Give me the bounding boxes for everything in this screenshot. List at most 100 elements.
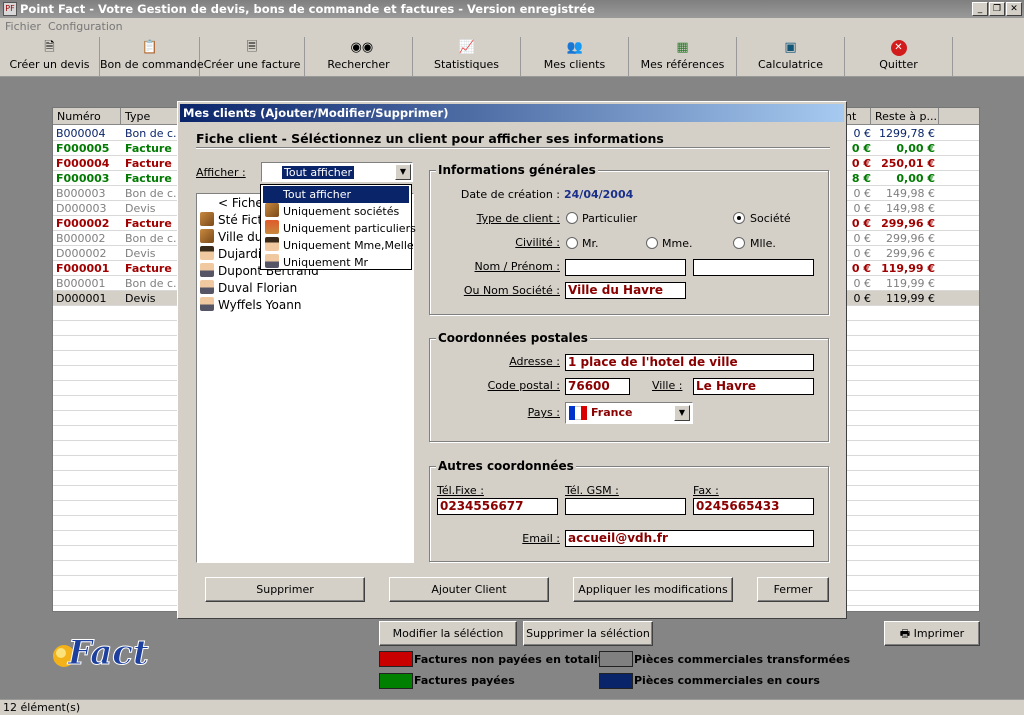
civilite-label: Civilité : (515, 236, 560, 249)
company-name-field[interactable]: Ville du Havre (565, 282, 686, 299)
radio-particulier-label: Particulier (582, 212, 638, 225)
cell-montant: 8 € (851, 172, 871, 185)
radio-mr[interactable] (566, 237, 578, 249)
filter-option-label: Uniquement particuliers (283, 222, 416, 235)
client-list-item[interactable]: < Fiche (200, 195, 263, 212)
client-list-item[interactable]: Duval Florian (200, 280, 297, 297)
purchase-order-button[interactable]: 📋 Bon de commande (100, 37, 204, 76)
chevron-down-icon[interactable]: ▼ (395, 164, 411, 180)
cell-type: Bon de c... (125, 187, 181, 200)
mobile-field[interactable] (565, 498, 686, 515)
radio-mlle[interactable] (733, 237, 745, 249)
calculator-button[interactable]: ▣ Calculatrice (737, 37, 845, 76)
status-bar: 12 élément(s) (0, 699, 1024, 715)
cell-montant: 0 € (853, 292, 872, 305)
cell-montant: 0 € (851, 142, 871, 155)
create-invoice-button[interactable]: 🗏 Créer une facture (200, 37, 305, 76)
print-button[interactable]: 🖶 Imprimer (884, 621, 980, 646)
filter-option[interactable]: Uniquement Mr (263, 254, 409, 271)
calculator-icon: ▣ (784, 40, 797, 55)
minimize-button[interactable]: _ (972, 2, 988, 16)
general-info-title: Informations générales (436, 163, 598, 177)
last-name-field[interactable] (565, 259, 686, 276)
filter-option-label: Uniquement Mr (283, 256, 369, 269)
filter-option[interactable]: Tout afficher (263, 186, 409, 203)
fax-field[interactable]: 0245665433 (693, 498, 814, 515)
cell-type: Facture (125, 172, 172, 185)
radio-mme-label: Mme. (662, 237, 693, 250)
filter-option[interactable]: Uniquement particuliers (263, 220, 416, 237)
postal-code-field[interactable]: 76600 (565, 378, 630, 395)
create-quote-button[interactable]: 🗎 Créer un devis (0, 37, 100, 76)
header-numero[interactable]: Numéro (53, 108, 121, 125)
filter-dropdown-list[interactable]: Tout afficher Uniquement sociétés Uniqueme… (260, 184, 416, 271)
radio-particulier[interactable] (566, 212, 578, 224)
email-field[interactable]: accueil@vdh.fr (565, 530, 814, 547)
menu-fichier[interactable]: Fichier (5, 20, 41, 33)
client-list-item[interactable]: Ville du (200, 229, 262, 246)
client-name: Ville du (218, 230, 263, 244)
menu-bar: Fichier Configuration (0, 18, 1024, 37)
legend-unpaid: Factures non payées en totalité (414, 653, 611, 666)
cell-reste: 0,00 € (896, 172, 935, 185)
close-window-button[interactable]: ✕ (1006, 2, 1022, 16)
legend-swatch-in-progress (599, 673, 633, 689)
filter-option[interactable]: Uniquement Mme,Melle (263, 237, 414, 254)
document-icon: 🗎 (44, 40, 55, 55)
city-field[interactable]: Le Havre (693, 378, 814, 395)
search-button[interactable]: ◉◉ Rechercher (305, 37, 413, 76)
status-count: 12 élément(s) (3, 701, 81, 714)
phone-field[interactable]: 0234556677 (437, 498, 558, 515)
delete-client-button[interactable]: Supprimer (205, 577, 365, 602)
dialog-title-bar: Mes clients (Ajouter/Modifier/Supprimer) (180, 104, 844, 122)
radio-societe[interactable] (733, 212, 745, 224)
cell-numero: F000002 (56, 217, 110, 230)
modify-selection-button[interactable]: Modifier la séléction (379, 621, 517, 646)
client-list-item[interactable]: Dujardin (200, 246, 269, 263)
header-type[interactable]: Type (121, 108, 181, 125)
filter-option-label: Uniquement Mme,Melle (283, 239, 414, 252)
client-list-item[interactable]: Sté Ficti (200, 212, 266, 229)
header-reste[interactable]: Reste à p... (871, 108, 939, 125)
cell-numero: F000001 (56, 262, 110, 275)
country-label: Pays : (527, 406, 560, 419)
add-client-button[interactable]: Ajouter Client (389, 577, 549, 602)
country-select[interactable]: France ▼ (565, 402, 693, 424)
close-dialog-button[interactable]: Fermer (757, 577, 829, 602)
my-clients-button[interactable]: 👥 Mes clients (521, 37, 629, 76)
woman-icon (265, 237, 279, 251)
delete-selection-button[interactable]: Supprimer la séléction (523, 621, 653, 646)
first-name-field[interactable] (693, 259, 814, 276)
cell-reste: 299,96 € (881, 217, 935, 230)
cell-montant: 0 € (853, 247, 872, 260)
postal-group: Coordonnées postales Adresse : 1 place d… (429, 331, 829, 442)
postal-code-label: Code postal : (487, 379, 560, 392)
company-icon (200, 212, 214, 226)
filter-option[interactable]: Uniquement sociétés (263, 203, 409, 220)
other-contacts-title: Autres coordonnées (436, 459, 576, 473)
legend-swatch-unpaid (379, 651, 413, 667)
legend-transformed: Pièces commerciales transformées (634, 653, 851, 666)
cell-reste: 0,00 € (896, 142, 935, 155)
chevron-down-icon[interactable]: ▼ (674, 405, 690, 421)
address-field[interactable]: 1 place de l'hotel de ville (565, 354, 814, 371)
city-label: Ville : (652, 379, 683, 392)
toolbar: 🗎 Créer un devis 📋 Bon de commande 🗏 Cré… (0, 37, 1024, 77)
restore-button[interactable]: ❐ (989, 2, 1005, 16)
chart-icon: 📈 (458, 40, 475, 55)
cell-type: Bon de c... (125, 232, 181, 245)
radio-societe-label: Société (750, 212, 791, 225)
cell-montant: 0 € (851, 157, 871, 170)
apply-changes-button[interactable]: Appliquer les modifications (573, 577, 733, 602)
filter-select[interactable]: Tout afficher ▼ (261, 162, 413, 182)
client-name: < Fiche (218, 196, 263, 210)
quit-button[interactable]: ✕ Quitter (845, 37, 953, 76)
cell-montant: 0 € (851, 262, 871, 275)
menu-configuration[interactable]: Configuration (48, 20, 123, 33)
radio-mme[interactable] (646, 237, 658, 249)
my-references-button[interactable]: ▦ Mes références (629, 37, 737, 76)
client-list-item[interactable]: Wyffels Yoann (200, 297, 301, 314)
statistics-button[interactable]: 📈 Statistiques (413, 37, 521, 76)
cell-reste: 299,96 € (886, 232, 935, 245)
cell-type: Facture (125, 142, 172, 155)
